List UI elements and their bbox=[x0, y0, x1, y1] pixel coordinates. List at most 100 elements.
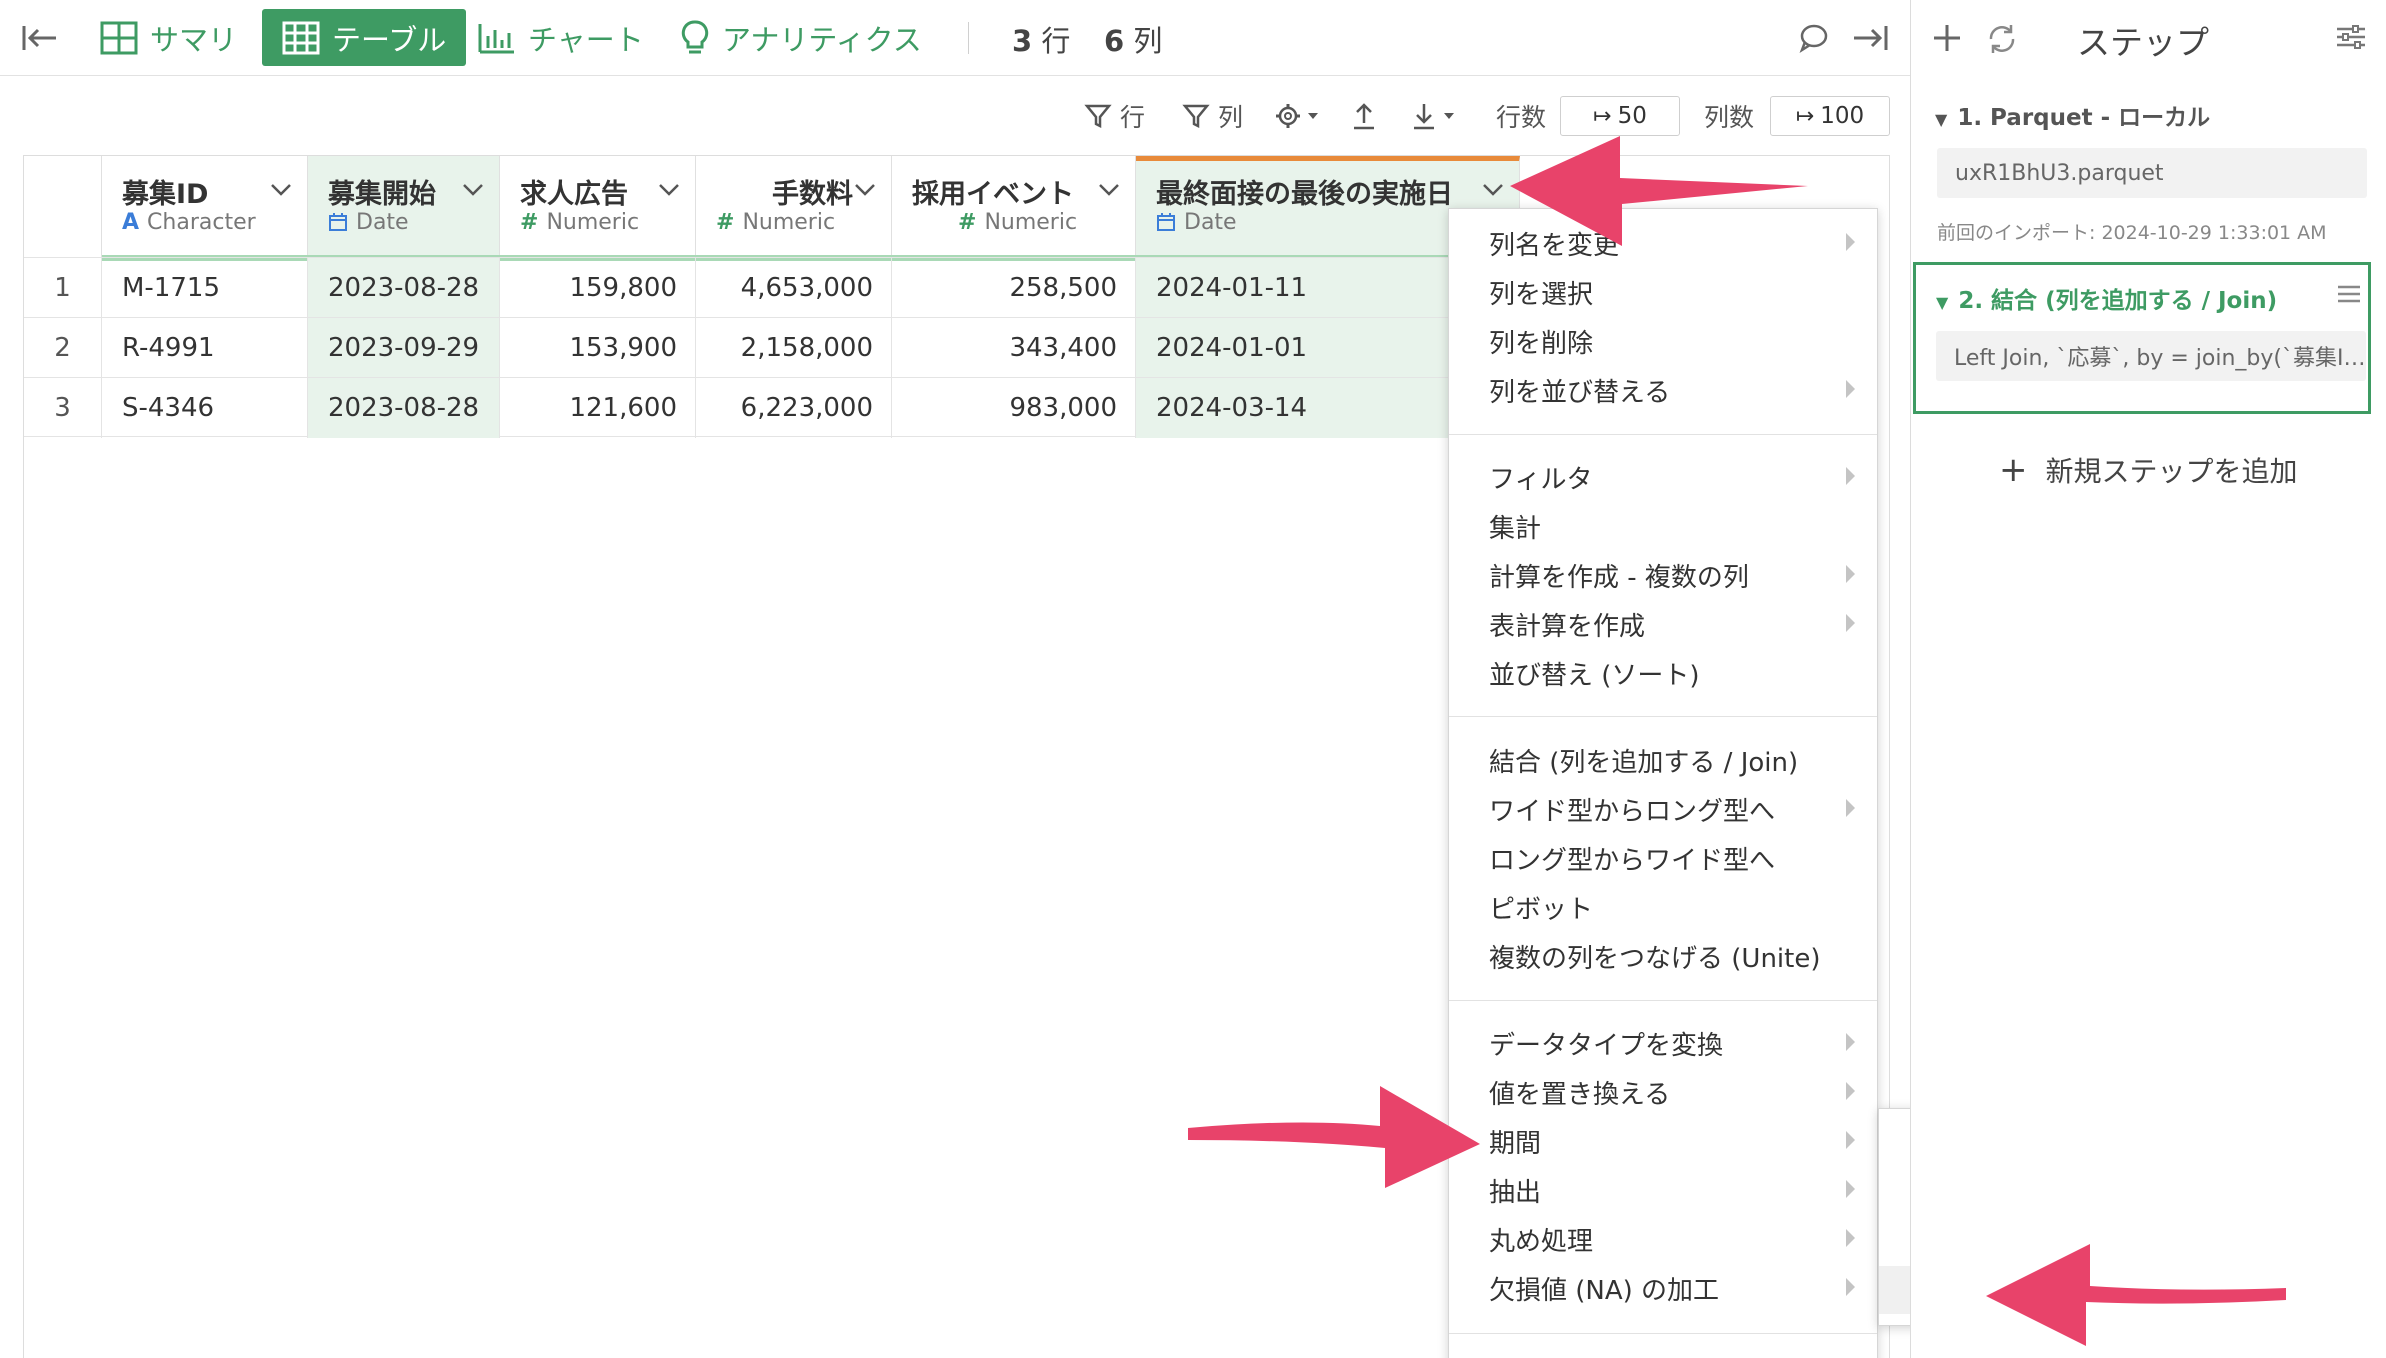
menu-item-reorder[interactable]: 列を並び替える bbox=[1449, 368, 1877, 412]
menu-item-sort[interactable]: 並び替え (ソート) bbox=[1449, 651, 1877, 695]
tab-chart[interactable]: チャート bbox=[478, 9, 644, 66]
menu-item-aggregate[interactable]: 集計 bbox=[1449, 504, 1877, 548]
tab-table[interactable]: テーブル bbox=[262, 9, 467, 66]
menu-item-table-calc[interactable]: 表計算を作成 bbox=[1449, 602, 1877, 646]
step-1-file[interactable]: uxR1BhU3.parquet bbox=[1937, 148, 2367, 198]
refresh-icon[interactable] bbox=[1985, 22, 2019, 56]
menu-item-round[interactable]: 丸め処理 bbox=[1449, 1217, 1877, 1261]
table-cell[interactable]: 153,900 bbox=[500, 318, 696, 378]
collapse-right-button[interactable] bbox=[1850, 9, 1902, 66]
column-header[interactable]: 募集開始 Date bbox=[308, 156, 500, 257]
cols-limit-input[interactable]: ↦ 100 bbox=[1770, 96, 1890, 136]
caret-right-icon bbox=[1846, 467, 1855, 485]
chevron-down-icon[interactable] bbox=[657, 182, 681, 198]
menu-item-wide-to-long[interactable]: ワイド型からロング型へ bbox=[1449, 787, 1877, 831]
table-cell[interactable]: 2023-09-29 bbox=[308, 318, 500, 378]
menu-item-select[interactable]: 列を選択 bbox=[1449, 270, 1877, 314]
tab-analytics[interactable]: アナリティクス bbox=[680, 9, 922, 66]
caret-right-icon bbox=[1846, 1180, 1855, 1198]
menu-item-join[interactable]: 結合 (列を追加する / Join) bbox=[1449, 738, 1877, 782]
export-button[interactable] bbox=[1350, 98, 1378, 134]
menu-icon[interactable] bbox=[2336, 283, 2362, 305]
step-2-card[interactable]: ▼ 2. 結合 (列を追加する / Join) Left Join, `応募`, … bbox=[1913, 262, 2371, 414]
table-toolbar: 行 列 行数 ↦ 50 列数 ↦ 100 bbox=[0, 76, 1910, 156]
step-1-header[interactable]: ▼ 1. Parquet - ローカル bbox=[1935, 98, 2210, 132]
table-cell[interactable]: 2023-08-28 bbox=[308, 378, 500, 438]
menu-item-long-to-wide[interactable]: ロング型からワイド型へ bbox=[1449, 836, 1877, 880]
table-cell[interactable]: 983,000 bbox=[892, 378, 1136, 438]
table-cell[interactable]: 258,500 bbox=[892, 258, 1136, 318]
settings-dropdown[interactable] bbox=[1274, 98, 1324, 134]
row-number-header bbox=[24, 156, 102, 257]
chevron-down-icon[interactable] bbox=[853, 182, 877, 198]
menu-item-calculate-multi[interactable]: 計算を作成 - 複数の列 bbox=[1449, 553, 1877, 597]
table-cell[interactable]: 121,600 bbox=[500, 378, 696, 438]
comment-button[interactable] bbox=[1798, 9, 1840, 66]
column-filter-button[interactable]: 列 bbox=[1182, 98, 1243, 134]
arrow-to-bar-icon: ↦ bbox=[1593, 103, 1612, 129]
table-cell[interactable]: 4,653,000 bbox=[696, 258, 892, 318]
tab-summary[interactable]: サマリ bbox=[100, 9, 237, 66]
column-header[interactable]: 求人広告 # Numeric bbox=[500, 156, 696, 257]
table-cell[interactable]: R-4991 bbox=[102, 318, 308, 378]
chevron-down-icon[interactable] bbox=[461, 182, 485, 198]
table-cell[interactable]: S-4346 bbox=[102, 378, 308, 438]
numeric-type-icon: # bbox=[520, 210, 539, 235]
step-2-description: Left Join, `応募`, by = join_by(`募集I… bbox=[1936, 331, 2366, 381]
menu-divider bbox=[1449, 434, 1877, 435]
download-dropdown[interactable] bbox=[1410, 98, 1462, 134]
menu-item-filter[interactable]: フィルタ bbox=[1449, 455, 1877, 499]
chevron-down-icon[interactable] bbox=[1097, 182, 1121, 198]
column-name: 募集開始 bbox=[328, 179, 436, 210]
table-icon bbox=[282, 21, 320, 54]
settings-sliders-icon[interactable] bbox=[2335, 22, 2367, 52]
filter-icon bbox=[1084, 104, 1112, 129]
column-type: Date bbox=[328, 210, 409, 235]
summary-grid-icon bbox=[100, 21, 138, 54]
caret-right-icon bbox=[1846, 565, 1855, 583]
menu-item-unite[interactable]: 複数の列をつなげる (Unite) bbox=[1449, 934, 1877, 978]
menu-item-delete[interactable]: 列を削除 bbox=[1449, 319, 1877, 363]
step-2-header[interactable]: ▼ 2. 結合 (列を追加する / Join) bbox=[1936, 281, 2277, 315]
table-row: 1 M-1715 2023-08-28 159,800 4,653,000 25… bbox=[24, 257, 1524, 318]
menu-item-convert-type[interactable]: データタイプを変換 bbox=[1449, 1021, 1877, 1065]
column-name: 募集ID bbox=[122, 179, 209, 210]
step-1-import-time: 前回のインポート: 2024-10-29 1:33:01 AM bbox=[1937, 222, 2327, 244]
table-cell[interactable]: 159,800 bbox=[500, 258, 696, 318]
column-header[interactable]: 採用イベント # Numeric bbox=[892, 156, 1136, 257]
table-cell[interactable]: 343,400 bbox=[892, 318, 1136, 378]
steps-panel: ステップ ▼ 1. Parquet - ローカル uxR1BhU3.parquet… bbox=[1910, 0, 2386, 1358]
caret-right-icon bbox=[1846, 1229, 1855, 1247]
filter-icon bbox=[1182, 104, 1210, 129]
menu-item-extract[interactable]: 抽出 bbox=[1449, 1168, 1877, 1212]
numeric-type-icon: # bbox=[958, 210, 977, 235]
table-cell[interactable]: 2,158,000 bbox=[696, 318, 892, 378]
table-cell[interactable]: 6,223,000 bbox=[696, 378, 892, 438]
column-type: # Numeric bbox=[716, 210, 836, 235]
table-cell[interactable]: M-1715 bbox=[102, 258, 308, 318]
plus-icon: + bbox=[1999, 450, 2028, 490]
collapse-left-button[interactable] bbox=[20, 9, 72, 66]
rows-limit-input[interactable]: ↦ 50 bbox=[1560, 96, 1680, 136]
menu-item-replace-values[interactable]: 値を置き換える bbox=[1449, 1070, 1877, 1114]
column-count: 6 列 bbox=[1104, 24, 1163, 58]
menu-item-rename[interactable]: 列名を変更 bbox=[1449, 221, 1877, 265]
table-cell[interactable]: 2023-08-28 bbox=[308, 258, 500, 318]
caret-down-icon: ▼ bbox=[1935, 110, 1948, 129]
chevron-down-icon[interactable] bbox=[269, 182, 293, 198]
chevron-down-icon[interactable] bbox=[1481, 182, 1505, 198]
add-step-button[interactable]: + 新規ステップを追加 bbox=[1999, 450, 2298, 490]
table-row: 3 S-4346 2023-08-28 121,600 6,223,000 98… bbox=[24, 377, 1524, 438]
bar-chart-icon bbox=[478, 23, 514, 53]
column-header[interactable]: 募集ID A Character bbox=[102, 156, 308, 257]
menu-item-pivot[interactable]: ピボット bbox=[1449, 885, 1877, 929]
caret-right-icon bbox=[1846, 380, 1855, 398]
plus-icon[interactable] bbox=[1931, 22, 1963, 54]
top-toolbar: サマリ テーブル チャート アナリティクス 3 行 6 列 bbox=[0, 0, 1910, 76]
column-header[interactable]: 手数料 # Numeric bbox=[696, 156, 892, 257]
menu-item-period[interactable]: 期間 bbox=[1449, 1119, 1877, 1163]
menu-item-missing-values[interactable]: 欠損値 (NA) の加工 bbox=[1449, 1266, 1877, 1310]
column-name: 手数料 bbox=[772, 179, 853, 210]
tab-analytics-label: アナリティクス bbox=[722, 22, 922, 57]
row-filter-button[interactable]: 行 bbox=[1084, 98, 1145, 134]
